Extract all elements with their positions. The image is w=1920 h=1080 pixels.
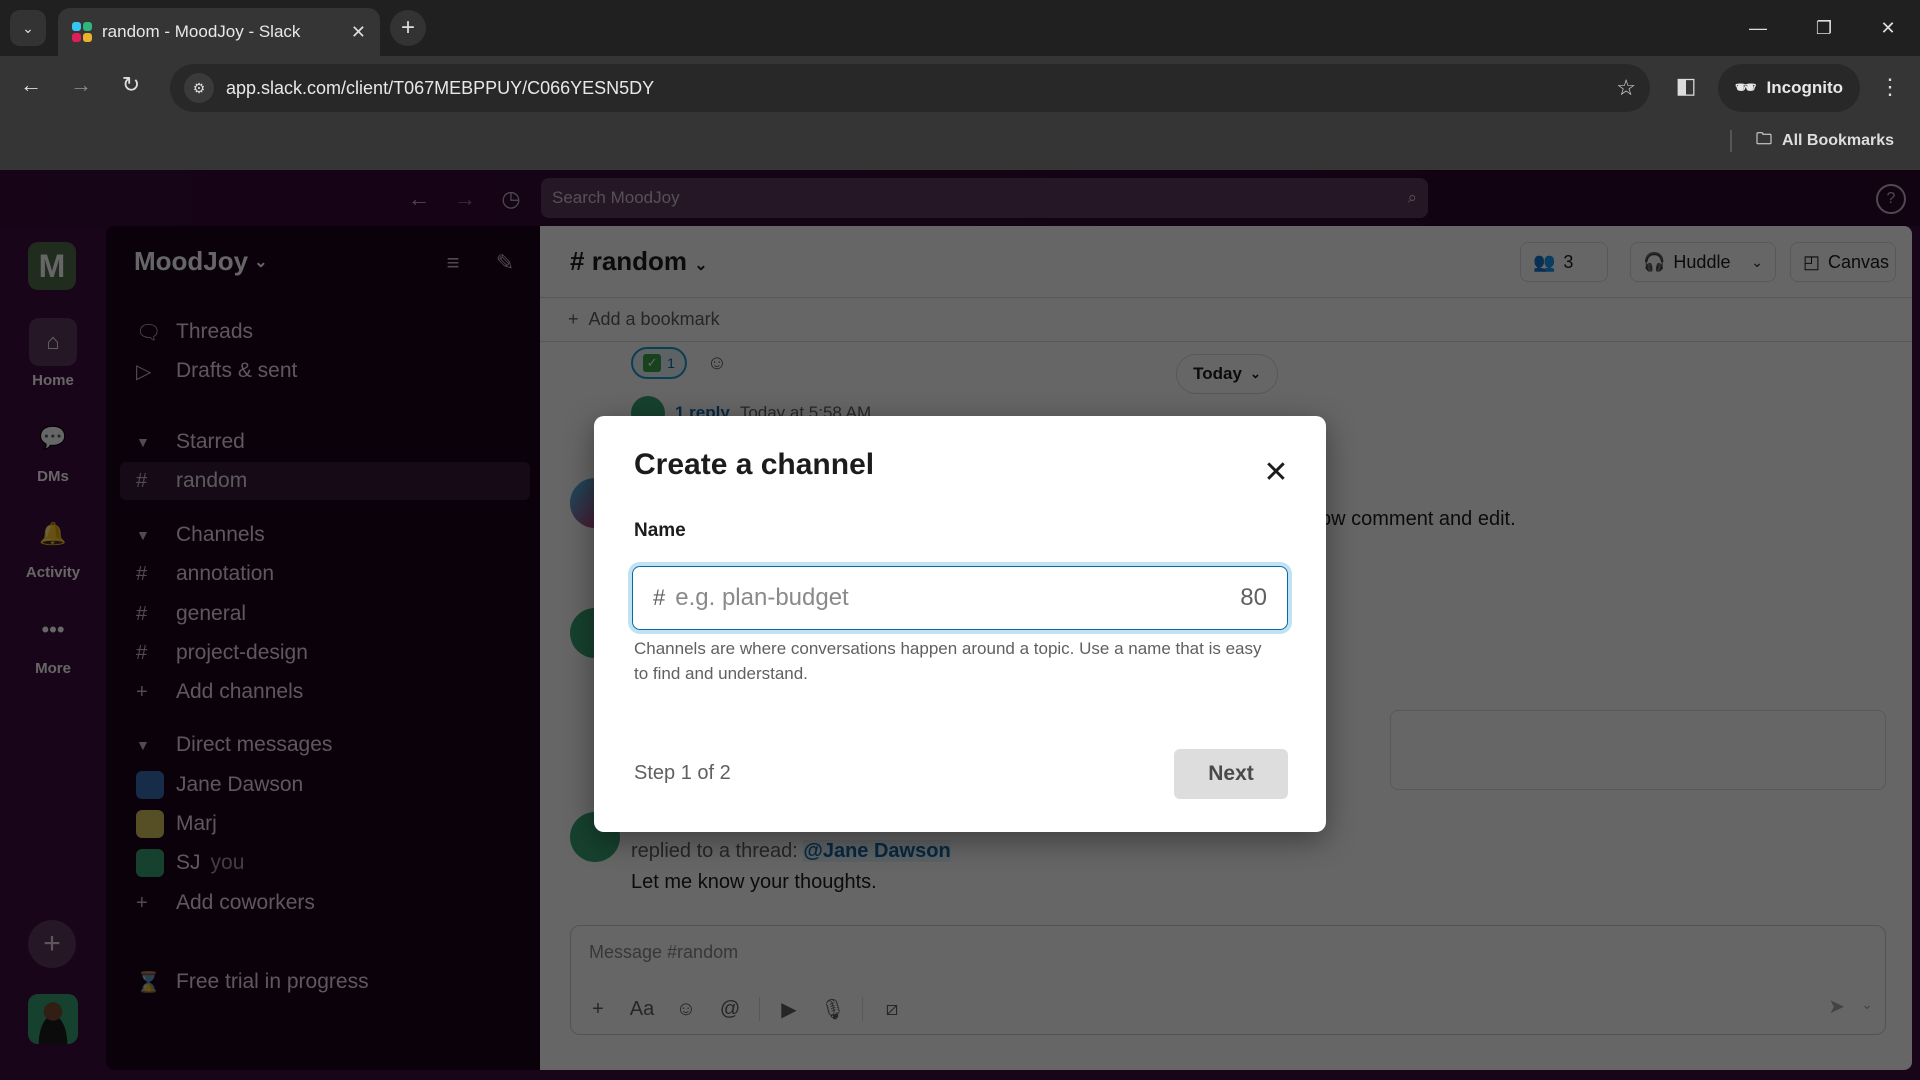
all-bookmarks-button[interactable]: 🗀 All Bookmarks [1756, 126, 1894, 156]
reload-button[interactable]: ↻ [114, 68, 148, 102]
bookmarks-divider [1730, 130, 1732, 152]
channel-name-field[interactable]: # 80 [632, 566, 1288, 630]
incognito-label: Incognito [1766, 78, 1844, 97]
minimize-button[interactable]: — [1738, 8, 1778, 48]
tab-list-button[interactable]: ⌄ [10, 10, 46, 46]
slack-logo-icon [72, 22, 92, 42]
folder-icon: 🗀 [1756, 130, 1773, 148]
site-info-icon[interactable]: ⚙ [184, 73, 214, 103]
browser-menu-icon[interactable]: ⋮ [1876, 72, 1904, 102]
close-window-button[interactable]: ✕ [1868, 8, 1908, 48]
all-bookmarks-label: All Bookmarks [1782, 132, 1895, 149]
incognito-icon: 🕶 [1734, 78, 1757, 97]
restore-button[interactable]: ❐ [1804, 8, 1844, 48]
back-button[interactable]: ← [14, 68, 48, 102]
bookmark-star-icon[interactable]: ☆ [1616, 75, 1636, 101]
char-counter: 80 [1240, 584, 1267, 611]
chevron-down-icon: ⌄ [22, 19, 34, 36]
name-label: Name [634, 520, 686, 541]
create-channel-dialog: Create a channel ✕ Name # 80 Channels ar… [594, 416, 1326, 832]
new-tab-button[interactable]: + [390, 10, 426, 46]
step-indicator: Step 1 of 2 [634, 762, 731, 784]
forward-button[interactable]: → [64, 68, 98, 102]
browser-tab[interactable]: random - MoodJoy - Slack ✕ [58, 8, 380, 56]
bookmarks-bar [0, 112, 1920, 170]
help-text: Channels are where conversations happen … [634, 639, 1262, 683]
hash-icon: # [653, 585, 666, 610]
tab-title: random - MoodJoy - Slack [102, 22, 301, 41]
dialog-title: Create a channel [634, 448, 875, 481]
url-text[interactable]: app.slack.com/client/T067MEBPPUY/C066YES… [226, 78, 1616, 99]
address-bar[interactable]: ⚙ app.slack.com/client/T067MEBPPUY/C066Y… [170, 64, 1650, 112]
close-tab-icon[interactable]: ✕ [351, 22, 366, 43]
close-icon[interactable]: ✕ [1258, 454, 1294, 490]
incognito-badge[interactable]: 🕶 Incognito [1718, 64, 1860, 112]
next-button[interactable]: Next [1174, 749, 1288, 799]
channel-name-input[interactable] [675, 584, 1241, 612]
side-panel-icon[interactable]: ◧ [1672, 72, 1700, 100]
